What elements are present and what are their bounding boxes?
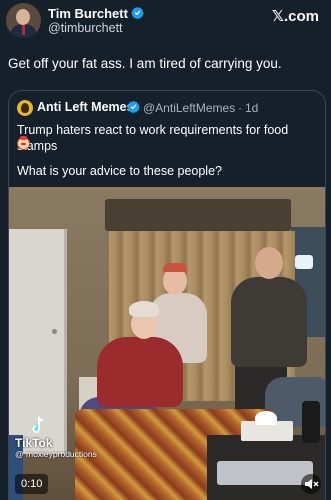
video-scene-valance (105, 199, 291, 231)
video-scene-tissue (255, 411, 277, 425)
author-name[interactable]: Tim Burchett (48, 6, 128, 21)
tiktok-label: TikTok (15, 436, 53, 450)
video-timestamp: 0:10 (15, 474, 49, 494)
quoted-author-handle[interactable]: @AntiLeftMemes (143, 101, 235, 115)
video-scene-bottle (302, 401, 320, 443)
quoted-timestamp[interactable]: 1d (245, 101, 258, 115)
author-avatar[interactable] (6, 3, 41, 38)
tiktok-watermark: TikTok @ moxleyproductions (13, 415, 133, 459)
tiktok-username: @ moxleyproductions (15, 449, 97, 459)
quoted-author-name[interactable]: Anti Left Memes (37, 100, 134, 114)
person-sitting-hair (129, 301, 159, 317)
quoted-tweet[interactable]: Anti Left Memes @AntiLeftMemes · 1d Trum… (8, 90, 326, 500)
video-scene-lamp (295, 255, 313, 269)
video-scene-laptop (217, 461, 313, 485)
person-standing-right (231, 277, 307, 367)
person-standing-right-head (255, 247, 283, 279)
verified-badge-icon (131, 6, 144, 19)
door-knob (52, 329, 57, 334)
video-player[interactable]: TikTok @ moxleyproductions 0:10 (9, 187, 325, 500)
avatar-tie (22, 25, 25, 35)
person-sitting (97, 337, 183, 407)
tiktok-logo-icon (32, 416, 44, 433)
meta-separator: · (238, 101, 242, 115)
person-standing-middle-hair (163, 263, 187, 272)
speaker-muted-icon (305, 479, 319, 489)
tweet-text: Get off your fat ass. I am tired of carr… (8, 56, 282, 71)
quoted-author-avatar[interactable] (17, 100, 33, 116)
mute-button[interactable] (301, 474, 321, 494)
verified-badge-icon (127, 100, 140, 113)
author-handle[interactable]: @timburchett (48, 21, 123, 35)
quoted-text-line2: What is your advice to these people? (17, 164, 222, 178)
x-logo: 𝕏.com (271, 8, 319, 25)
tweet-header: Tim Burchett @timburchett 𝕏.com (0, 0, 331, 40)
clown-face-icon (17, 136, 30, 150)
quoted-text-line1: Trump haters react to work requirements … (17, 123, 289, 153)
avatar-face (16, 9, 30, 25)
